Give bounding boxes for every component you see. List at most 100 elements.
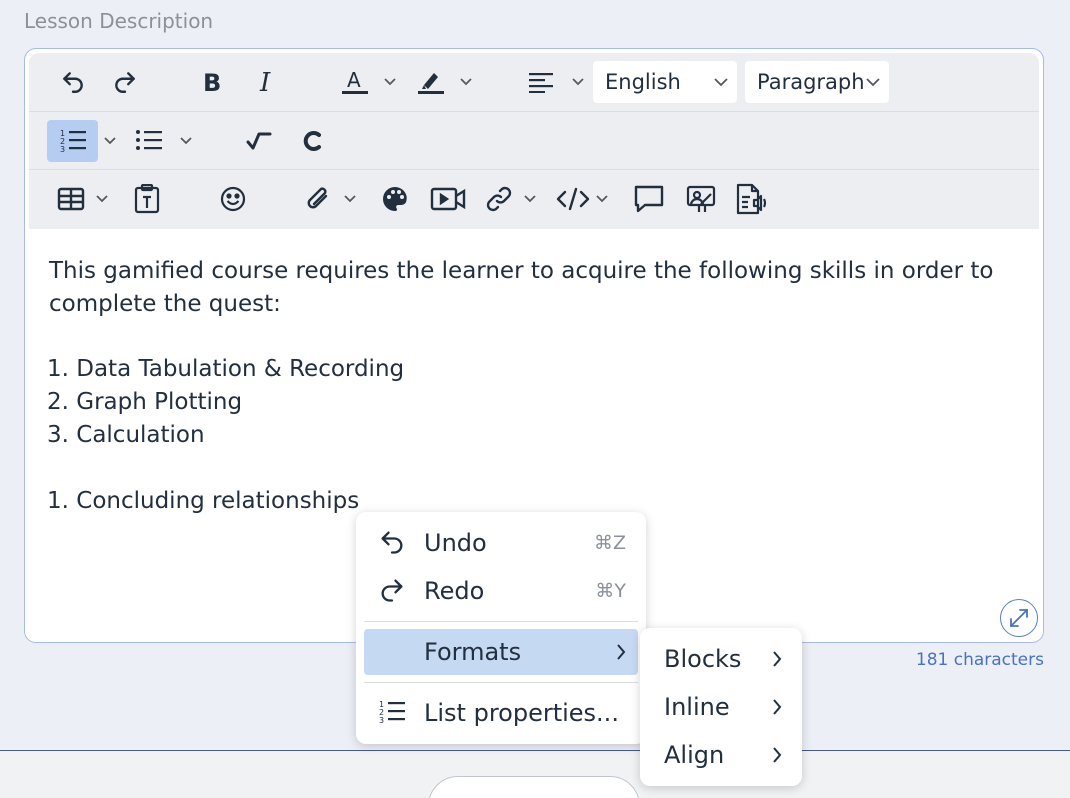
content-paragraph: This gamified course requires the learne… — [49, 258, 994, 317]
svg-text:3: 3 — [379, 716, 384, 725]
context-menu-list-properties[interactable]: 123 List properties... — [364, 690, 638, 736]
source-code-button[interactable] — [553, 178, 593, 220]
presenter-icon — [686, 185, 716, 212]
svg-text:3: 3 — [60, 145, 65, 154]
toolbar-row-2: 123 — [29, 111, 1039, 169]
submenu-inline[interactable]: Inline — [648, 684, 794, 730]
undo-icon — [63, 72, 83, 93]
language-chevron-down-icon — [713, 71, 729, 98]
chevron-right-icon — [770, 697, 784, 721]
formats-label: Formats — [424, 638, 522, 666]
block-format-value: Paragraph — [757, 70, 865, 94]
presenter-button[interactable] — [681, 178, 721, 220]
undo-label: Undo — [424, 529, 487, 557]
chemistry-button[interactable] — [293, 120, 333, 162]
color-palette-button[interactable] — [375, 178, 415, 220]
menu-divider — [364, 621, 638, 622]
highlighter-icon — [418, 73, 444, 94]
redo-button[interactable] — [105, 61, 145, 103]
video-camera-icon — [430, 187, 466, 211]
bottom-action-button[interactable] — [428, 776, 640, 798]
code-icon — [556, 187, 590, 211]
paste-text-button[interactable] — [127, 178, 167, 220]
align-label: Align — [664, 741, 725, 769]
blocks-label: Blocks — [664, 645, 742, 673]
highlight-chevron-down-icon[interactable] — [455, 61, 477, 103]
math-equation-button[interactable] — [239, 120, 279, 162]
svg-text:A: A — [347, 68, 361, 92]
undo-shortcut: ⌘Z — [593, 532, 626, 554]
numbered-list-button[interactable]: 123 — [47, 120, 98, 162]
highlight-color-button[interactable] — [411, 61, 451, 103]
bold-button[interactable]: B — [192, 61, 232, 103]
svg-text:B: B — [203, 69, 221, 95]
lesson-description-label: Lesson Description — [24, 9, 214, 33]
toolbar-row-3 — [29, 169, 1039, 227]
menu-divider — [364, 682, 638, 683]
table-chevron-down-icon[interactable] — [91, 178, 113, 220]
expand-icon — [1010, 609, 1028, 627]
numbered-list-chevron-down-icon[interactable] — [99, 120, 121, 162]
redo-icon — [378, 576, 406, 608]
chemistry-c-icon — [303, 131, 321, 151]
list-item: 1. Concluding relationships — [47, 488, 360, 514]
speech-bubble-icon — [634, 185, 664, 213]
italic-icon: I — [259, 69, 271, 95]
align-button[interactable] — [521, 61, 561, 103]
language-select[interactable]: English — [593, 61, 737, 103]
align-chevron-down-icon[interactable] — [567, 61, 589, 103]
clipboard-text-icon — [134, 184, 160, 214]
attachment-chevron-down-icon[interactable] — [339, 178, 361, 220]
emoji-button[interactable] — [213, 178, 253, 220]
svg-text:I: I — [259, 69, 271, 95]
list-properties-label: List properties... — [424, 699, 619, 727]
chevron-right-icon — [770, 649, 784, 673]
submenu-blocks[interactable]: Blocks — [648, 636, 794, 682]
language-select-value: English — [605, 70, 681, 94]
bullet-list-chevron-down-icon[interactable] — [175, 120, 197, 162]
editor-toolbar: B I A English Paragraph 1 2 3 — [29, 53, 1039, 229]
toolbar-row-1: B I A English Paragraph — [29, 53, 1039, 111]
smiley-icon — [220, 186, 246, 212]
block-format-select[interactable]: Paragraph — [745, 61, 889, 103]
context-menu-formats[interactable]: Formats — [364, 629, 638, 675]
link-icon — [486, 186, 512, 212]
fullscreen-button[interactable] — [1000, 599, 1038, 637]
link-button[interactable] — [481, 178, 517, 220]
paperclip-icon — [307, 187, 328, 209]
context-menu: Undo ⌘Z Redo ⌘Y Formats 123 List propert… — [356, 512, 646, 744]
link-chevron-down-icon[interactable] — [519, 178, 541, 220]
bold-icon: B — [203, 69, 221, 95]
text-to-speech-button[interactable] — [733, 178, 773, 220]
italic-button[interactable]: I — [246, 61, 286, 103]
attachment-button[interactable] — [299, 178, 339, 220]
list-item: 1. Data Tabulation & Recording — [47, 356, 405, 382]
square-root-icon — [246, 132, 272, 150]
text-color-chevron-down-icon[interactable] — [379, 61, 401, 103]
redo-icon — [115, 72, 135, 93]
character-count: 181 characters — [915, 650, 1044, 670]
document-speaker-icon — [736, 183, 767, 215]
bullet-list-button[interactable] — [129, 120, 169, 162]
align-left-icon — [529, 73, 553, 93]
context-menu-redo[interactable]: Redo ⌘Y — [364, 568, 638, 614]
table-button[interactable] — [51, 178, 91, 220]
text-color-button[interactable]: A — [335, 61, 375, 103]
palette-icon — [383, 187, 407, 211]
undo-button[interactable] — [53, 61, 93, 103]
table-icon — [57, 187, 85, 211]
redo-shortcut: ⌘Y — [595, 580, 626, 602]
formats-submenu: Blocks Inline Align — [640, 628, 802, 786]
inline-label: Inline — [664, 693, 730, 721]
redo-label: Redo — [424, 577, 485, 605]
block-format-chevron-down-icon — [865, 71, 881, 98]
bullet-list-icon — [136, 130, 162, 150]
chevron-right-icon — [614, 642, 628, 666]
comment-button[interactable] — [629, 178, 669, 220]
list-item: 3. Calculation — [47, 422, 205, 448]
video-button[interactable] — [427, 178, 469, 220]
chevron-right-icon — [770, 745, 784, 769]
submenu-align[interactable]: Align — [648, 732, 794, 778]
context-menu-undo[interactable]: Undo ⌘Z — [364, 520, 638, 566]
code-chevron-down-icon[interactable] — [591, 178, 613, 220]
